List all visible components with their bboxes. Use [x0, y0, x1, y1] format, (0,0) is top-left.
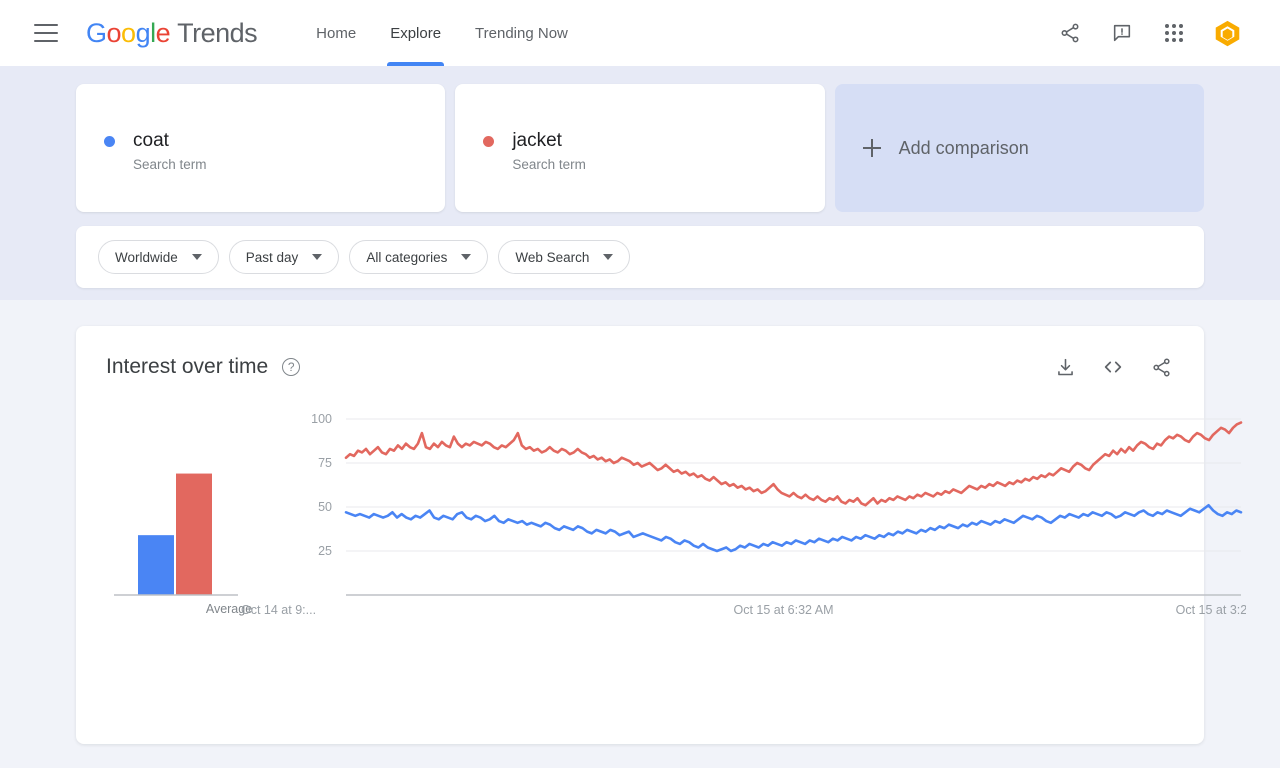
add-comparison-label: Add comparison [899, 138, 1029, 159]
term-name: coat [133, 130, 169, 152]
controls-band: coat Search term jacket Search term Add … [0, 66, 1280, 300]
nav-item-trending-now[interactable]: Trending Now [458, 0, 585, 66]
x-axis-tick-label: Oct 15 at 6:32 AM [733, 603, 833, 617]
hamburger-menu-icon[interactable] [34, 24, 58, 42]
google-trends-logo[interactable]: Google Trends [86, 18, 257, 49]
chevron-down-icon [461, 254, 471, 260]
chevron-down-icon [192, 254, 202, 260]
help-icon[interactable]: ? [282, 358, 300, 376]
interest-over-time-line-chart[interactable]: 25 50 75 100 Oct 14 at 9:... Oct 15 at 6:32 … [236, 402, 1246, 617]
interest-over-time-panel: Interest over time ? [76, 326, 1204, 744]
location-filter-label: Worldwide [115, 250, 178, 265]
term-type: Search term [512, 157, 824, 172]
term-type: Search term [133, 157, 445, 172]
app-bar: Google Trends Home Explore Trending Now [0, 0, 1280, 66]
page-title: Interest over time [106, 355, 268, 379]
y-axis-tick-25: 25 [318, 544, 332, 558]
nav-item-explore[interactable]: Explore [373, 0, 458, 66]
hamburger-line [34, 24, 58, 26]
search-type-filter[interactable]: Web Search [498, 240, 630, 274]
download-csv-icon[interactable] [1052, 354, 1078, 380]
logo-letter: g [136, 18, 151, 49]
time-range-filter[interactable]: Past day [229, 240, 340, 274]
location-filter[interactable]: Worldwide [98, 240, 219, 274]
chart-area: Average 255075100 Oct 14 at 9:...Oct 15 … [106, 402, 1174, 652]
category-filter[interactable]: All categories [349, 240, 488, 274]
logo-letter: o [107, 18, 122, 49]
comparison-terms-row: coat Search term jacket Search term Add … [76, 84, 1204, 212]
plus-icon [863, 139, 881, 157]
apps-grid-dots [1165, 24, 1183, 42]
logo-letter: e [156, 18, 171, 49]
results-area: Interest over time ? [0, 300, 1280, 768]
series-line-jacket[interactable] [346, 423, 1241, 506]
panel-actions [1052, 354, 1174, 380]
app-bar-actions [1057, 19, 1258, 48]
x-axis-tick-label: Oct 14 at 9:... [241, 603, 316, 617]
hamburger-line [34, 32, 58, 34]
hamburger-line [34, 40, 58, 42]
time-range-filter-label: Past day [246, 250, 299, 265]
nav-item-home[interactable]: Home [299, 0, 373, 66]
google-apps-icon[interactable] [1161, 20, 1187, 46]
feedback-icon[interactable] [1109, 20, 1135, 46]
average-bar-jacket[interactable] [176, 474, 212, 595]
add-comparison-button[interactable]: Add comparison [835, 84, 1204, 212]
primary-nav: Home Explore Trending Now [299, 0, 585, 66]
average-bar-chart[interactable] [106, 402, 246, 617]
y-axis-tick-75: 75 [318, 456, 332, 470]
logo-letter: o [121, 18, 136, 49]
term-header: jacket [483, 130, 824, 152]
chevron-down-icon [312, 254, 322, 260]
avatar[interactable] [1213, 19, 1242, 48]
search-term-card-jacket[interactable]: jacket Search term [455, 84, 824, 212]
search-term-card-coat[interactable]: coat Search term [76, 84, 445, 212]
y-axis-tick-50: 50 [318, 500, 332, 514]
logo-product-name: Trends [177, 18, 257, 49]
y-axis-tick-100: 100 [311, 412, 332, 426]
category-filter-label: All categories [366, 250, 447, 265]
term-header: coat [104, 130, 445, 152]
series-color-dot-coat [104, 136, 115, 147]
filters-bar: Worldwide Past day All categories Web Se… [76, 226, 1204, 288]
term-name: jacket [512, 130, 562, 152]
panel-header: Interest over time ? [106, 354, 1174, 380]
chevron-down-icon [603, 254, 613, 260]
x-axis-tick-label: Oct 15 at 3:28 PM [1176, 603, 1246, 617]
search-type-filter-label: Web Search [515, 250, 589, 265]
series-line-coat[interactable] [346, 505, 1241, 551]
logo-letter: G [86, 18, 107, 49]
series-color-dot-jacket [483, 136, 494, 147]
share-icon[interactable] [1148, 354, 1174, 380]
average-bar-coat[interactable] [138, 535, 174, 595]
embed-code-icon[interactable] [1100, 354, 1126, 380]
share-icon[interactable] [1057, 20, 1083, 46]
